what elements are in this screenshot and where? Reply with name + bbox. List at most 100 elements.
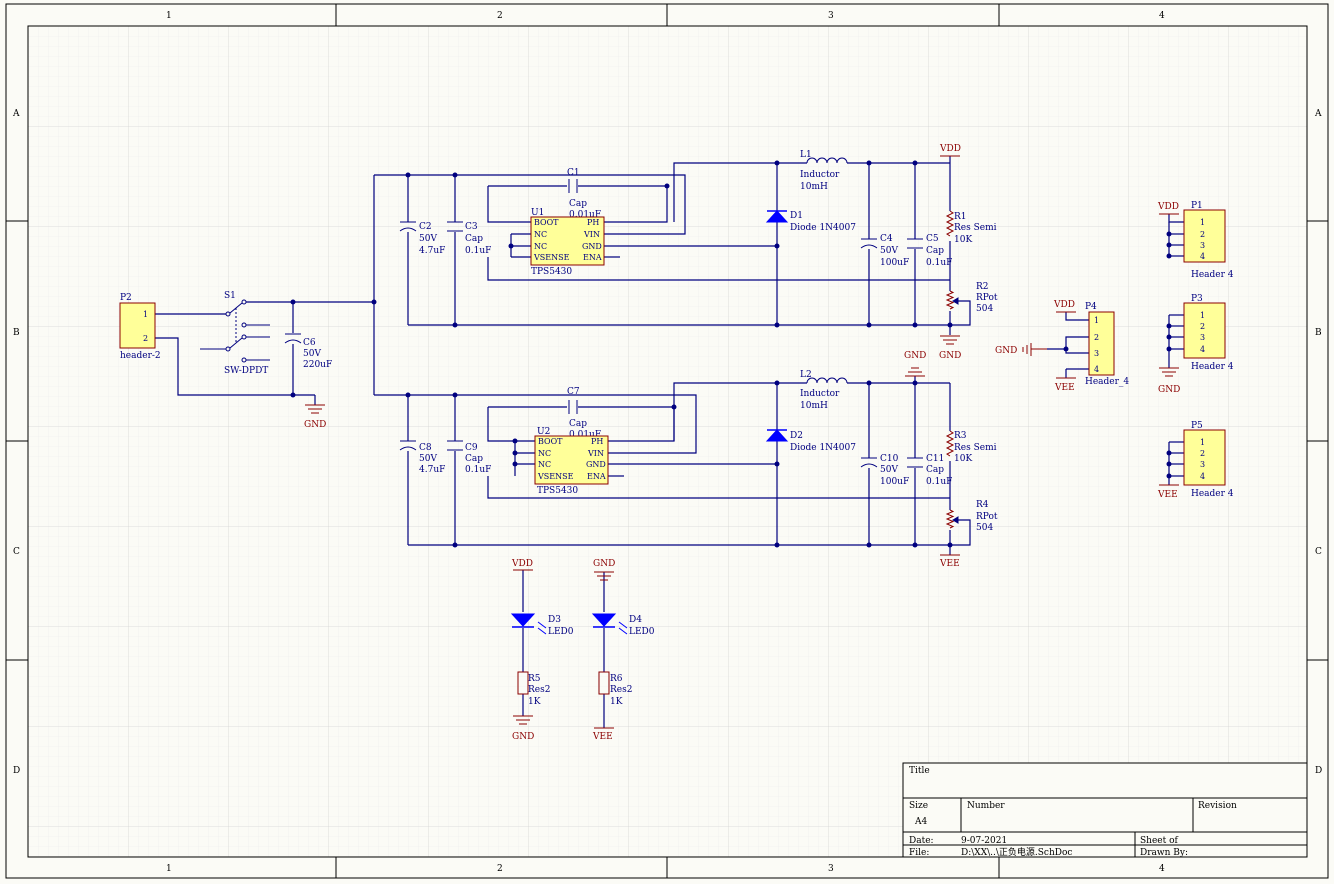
c8-designator: C8 (419, 443, 432, 453)
u2-pin-ph: PH (591, 437, 603, 446)
c4-voltage: 50V (880, 246, 898, 256)
u1-pin-gnd: GND (582, 242, 602, 251)
p3-pin1: 1 (1200, 311, 1205, 320)
p1-name: Header 4 (1191, 270, 1234, 280)
u1-pin-ph: PH (587, 218, 599, 227)
schematic-sheet: 1 2 3 4 1 2 3 4 A B C D A B C D P2 1 2 h… (0, 0, 1334, 884)
sheet-label: Sheet of (1140, 836, 1179, 846)
u2-pin-gnd: GND (586, 460, 606, 469)
c3-designator: C3 (465, 222, 478, 232)
zone-row-c-right: C (1315, 547, 1322, 557)
r1-designator: R1 (954, 212, 967, 222)
size-label: Size (909, 801, 928, 811)
zone-col-1-top: 1 (166, 11, 172, 21)
c11-value: 0.1uF (926, 477, 952, 487)
c7-designator: C7 (567, 387, 580, 397)
p5-pin4: 4 (1200, 472, 1205, 481)
connector-p2[interactable]: P2 1 2 header-2 (119, 293, 161, 361)
u2-pin-boot: BOOT (538, 437, 563, 446)
u2-pin-nc2: NC (538, 460, 551, 469)
vee-p5-label: VEE (1157, 490, 1178, 500)
r5-type: Res2 (528, 685, 550, 695)
p4-name: Header_4 (1085, 377, 1129, 387)
zone-row-d-left: D (13, 766, 20, 776)
c5-type: Cap (926, 246, 944, 256)
u2-pin-vsense: VSENSE (537, 472, 574, 481)
d4-designator: D4 (629, 615, 642, 625)
size-value: A4 (914, 817, 927, 827)
p2-name: header-2 (120, 351, 161, 361)
c8-value: 4.7uF (419, 465, 445, 475)
c2-designator: C2 (419, 222, 432, 232)
p1-designator: P1 (1191, 201, 1203, 211)
zone-row-a-right: A (1314, 109, 1322, 119)
c5-value: 0.1uF (926, 258, 952, 268)
p2-pin1: 1 (143, 310, 148, 319)
date-label: Date: (909, 836, 934, 846)
c11-type: Cap (926, 465, 944, 475)
date-value: 9-07-2021 (961, 836, 1007, 846)
c6-voltage: 50V (303, 349, 321, 359)
file-label: File: (909, 848, 929, 858)
zone-col-4-top: 4 (1159, 11, 1165, 21)
u1-designator: U1 (531, 208, 544, 218)
vee-r4-label: VEE (939, 559, 960, 569)
r2-value: 504 (976, 304, 993, 314)
zone-row-a-left: A (12, 109, 20, 119)
r6-type: Res2 (610, 685, 632, 695)
c4-value: 100uF (880, 258, 909, 268)
p4-pin3: 3 (1094, 349, 1099, 358)
u2-pin-nc1: NC (538, 449, 551, 458)
zone-col-3-bottom: 3 (828, 864, 834, 874)
p1-pin1: 1 (1200, 218, 1205, 227)
number-label: Number (967, 801, 1005, 811)
u2-pin-ena: ENA (587, 472, 606, 481)
c1-designator: C1 (567, 168, 580, 178)
zone-col-2-top: 2 (497, 11, 503, 21)
p1-pin3: 3 (1200, 241, 1205, 250)
p2-designator: P2 (120, 293, 132, 303)
u1-pin-nc1: NC (534, 230, 547, 239)
vdd-top-label: VDD (939, 144, 961, 154)
c2-voltage: 50V (419, 234, 437, 244)
vee-r6-label: VEE (592, 732, 613, 742)
s1-designator: S1 (224, 291, 236, 301)
c5-designator: C5 (926, 234, 939, 244)
p2-pin2: 2 (143, 334, 148, 343)
d1-name: Diode 1N4007 (790, 223, 856, 233)
title-label: Title (909, 766, 930, 776)
zone-row-d-right: D (1315, 766, 1322, 776)
d3-designator: D3 (548, 615, 561, 625)
zone-col-3-top: 3 (828, 11, 834, 21)
p4-pin2: 2 (1094, 333, 1099, 342)
p3-pin2: 2 (1200, 322, 1205, 331)
u2-designator: U2 (537, 427, 550, 437)
p3-pin3: 3 (1200, 333, 1205, 342)
gnd-r5-label: GND (512, 732, 534, 742)
zone-row-b-right: B (1315, 328, 1322, 338)
u1-pin-nc2: NC (534, 242, 547, 251)
r5-value: 1K (528, 697, 541, 707)
c10-value: 100uF (880, 477, 909, 487)
p1-pin4: 4 (1200, 252, 1205, 261)
p3-pin4: 4 (1200, 345, 1205, 354)
d2-designator: D2 (790, 431, 803, 441)
l1-type: Inductor (800, 170, 840, 180)
s1-name: SW-DPDT (224, 366, 268, 376)
gnd-l2-label: GND (904, 351, 926, 361)
u1-pin-vsense: VSENSE (533, 253, 570, 262)
c4-designator: C4 (880, 234, 893, 244)
d3-name: LED0 (548, 627, 574, 637)
r4-value: 504 (976, 523, 993, 533)
p4-designator: P4 (1085, 302, 1097, 312)
zone-row-c-left: C (13, 547, 20, 557)
title-block: Title Size A4 Number Revision Date: 9-07… (902, 762, 1308, 858)
p5-pin2: 2 (1200, 449, 1205, 458)
zone-col-2-bottom: 2 (497, 864, 503, 874)
p1-pin2: 2 (1200, 230, 1205, 239)
c6-value: 220uF (303, 360, 332, 370)
gnd-p4-label: GND (995, 346, 1017, 356)
gnd-d4-label: GND (593, 559, 615, 569)
gnd-main-label: GND (304, 420, 326, 430)
r4-type: RPot (976, 512, 998, 522)
